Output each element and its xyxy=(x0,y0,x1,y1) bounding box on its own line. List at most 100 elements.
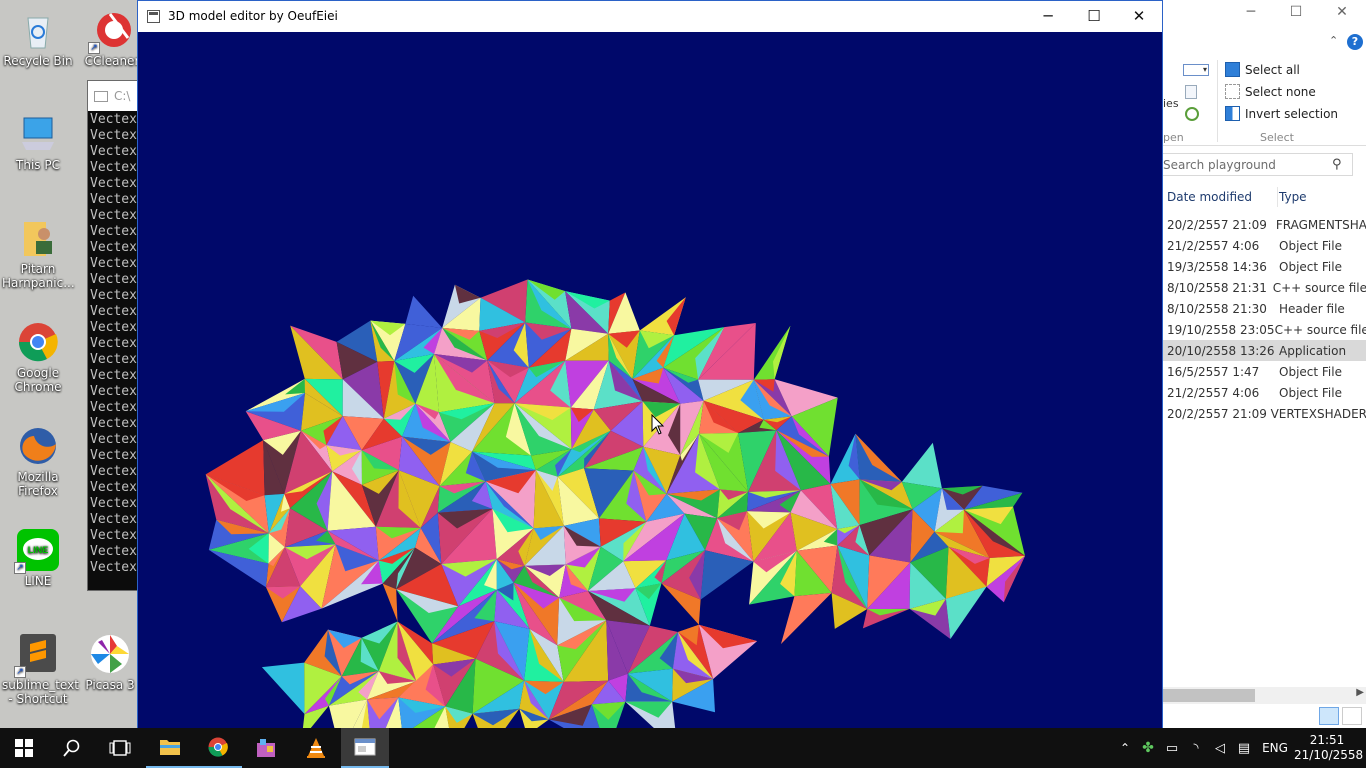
language-indicator[interactable]: ENG xyxy=(1256,741,1294,755)
help-icon[interactable]: ? xyxy=(1347,34,1363,50)
explorer-maximize-button[interactable]: ☐ xyxy=(1278,4,1314,20)
select-all-button[interactable]: Select all xyxy=(1225,62,1300,77)
file-type: FRAGMENTSHA xyxy=(1275,217,1366,232)
file-row[interactable]: 21/2/2557 4:06 Object File xyxy=(1159,235,1366,256)
file-type: Object File xyxy=(1279,364,1342,379)
taskbar: ⌃ ✤ ▭ ◝ ◁ ▤ ENG 21:51 21/10/2558 xyxy=(0,728,1366,768)
file-row[interactable]: 21/2/2557 4:06 Object File xyxy=(1159,382,1366,403)
desktop-icon-label: Google Chrome xyxy=(14,366,62,394)
mesh-face xyxy=(285,378,305,395)
desktop-icon-label: Pitarn Harnpanic... xyxy=(2,262,75,290)
volume-icon[interactable]: ◁ xyxy=(1208,741,1232,756)
explorer-minimize-button[interactable]: ─ xyxy=(1233,4,1269,20)
file-row[interactable]: 20/2/2557 21:09 VERTEXSHADER xyxy=(1159,403,1366,424)
shortcut-arrow-icon: ↗ xyxy=(14,666,26,678)
horizontal-scrollbar[interactable]: ▶ xyxy=(1159,687,1366,704)
column-header-type[interactable]: Type xyxy=(1279,190,1307,204)
app-tool-icon xyxy=(257,739,275,757)
explorer-close-button[interactable]: ✕ xyxy=(1324,4,1360,20)
file-row[interactable]: 8/10/2558 21:30 Header file xyxy=(1159,298,1366,319)
taskbar-vlc[interactable] xyxy=(292,728,340,768)
select-none-button[interactable]: Select none xyxy=(1225,84,1316,99)
desktop-icon-this-pc[interactable]: This PC xyxy=(2,112,74,172)
maximize-button[interactable]: ☐ xyxy=(1071,1,1117,31)
large-icons-view-icon[interactable] xyxy=(1342,707,1362,725)
file-date-modified: 16/5/2557 1:47 xyxy=(1167,364,1260,379)
scroll-right-icon[interactable]: ▶ xyxy=(1356,687,1364,698)
file-row[interactable]: 19/3/2558 14:36 Object File xyxy=(1159,256,1366,277)
file-type: C++ source file xyxy=(1274,322,1366,337)
mesh-face xyxy=(781,592,832,644)
search-input[interactable]: Search playground xyxy=(1160,158,1332,172)
start-button[interactable] xyxy=(0,728,48,768)
file-row[interactable]: 19/10/2558 23:05 C++ source file xyxy=(1159,319,1366,340)
firefox-icon xyxy=(16,424,60,468)
task-view-button[interactable] xyxy=(96,728,144,768)
file-type: Object File xyxy=(1279,259,1342,274)
desktop-icon-sublime-text[interactable]: ↗ sublime_text - Shortcut xyxy=(2,632,79,706)
desktop-icon-google-chrome[interactable]: Google Chrome xyxy=(2,320,74,394)
file-type: C++ source file xyxy=(1272,280,1366,295)
file-type: Object File xyxy=(1279,238,1342,253)
select-all-label: Select all xyxy=(1245,62,1300,77)
console-icon xyxy=(94,90,108,102)
scrollbar-thumb[interactable] xyxy=(1161,689,1255,702)
history-icon[interactable] xyxy=(1185,107,1199,121)
action-center-icon[interactable]: ▤ xyxy=(1232,741,1256,756)
model-mesh xyxy=(205,279,1025,728)
battery-icon[interactable]: ▭ xyxy=(1160,741,1184,756)
file-explorer-window[interactable]: ─ ☐ ✕ ⌃ ? ▾ ies pen Select all Select no… xyxy=(1158,0,1366,728)
file-date-modified: 21/2/2557 4:06 xyxy=(1167,238,1260,253)
taskbar-chrome[interactable] xyxy=(194,728,242,768)
file-date-modified: 20/10/2558 13:26 xyxy=(1167,343,1275,358)
mesh-face xyxy=(382,583,398,622)
recycle-bin-icon xyxy=(16,8,60,52)
line-app-icon: LINE ↗ xyxy=(14,528,60,574)
select-all-icon xyxy=(1225,62,1240,77)
ccleaner-icon: ↗ xyxy=(88,8,134,54)
window-title: 3D model editor by OeufEiei xyxy=(168,9,338,23)
desktop-icon-label: Recycle Bin xyxy=(3,54,73,68)
file-date-modified: 20/2/2557 21:09 xyxy=(1167,217,1267,232)
ribbon-collapse-icon[interactable]: ⌃ xyxy=(1329,34,1338,47)
file-type: VERTEXSHADER xyxy=(1270,406,1366,421)
show-hidden-icons-icon[interactable]: ⌃ xyxy=(1114,741,1136,755)
3d-viewport[interactable] xyxy=(138,32,1162,728)
file-row[interactable]: 20/10/2558 13:26 Application xyxy=(1159,340,1366,361)
invert-selection-icon xyxy=(1225,106,1240,121)
desktop-icon-recycle-bin[interactable]: Recycle Bin xyxy=(2,8,74,68)
clock[interactable]: 21:51 21/10/2558 xyxy=(1294,733,1363,763)
details-view-icon[interactable] xyxy=(1319,707,1339,725)
view-layout-icon[interactable]: ▾ xyxy=(1183,64,1209,76)
shortcut-arrow-icon: ↗ xyxy=(14,562,26,574)
file-date-modified: 20/2/2557 21:09 xyxy=(1167,406,1267,421)
edit-icon[interactable] xyxy=(1185,85,1197,99)
taskbar-model-editor[interactable] xyxy=(341,728,389,768)
file-date-modified: 21/2/2557 4:06 xyxy=(1167,385,1260,400)
desktop-icon-mozilla-firefox[interactable]: Mozilla Firefox xyxy=(2,424,74,498)
file-row[interactable]: 20/2/2557 21:09 FRAGMENTSHA xyxy=(1159,214,1366,235)
mesh-face xyxy=(261,662,305,714)
desktop-icon-line[interactable]: LINE ↗ LINE xyxy=(2,528,74,588)
search-button[interactable] xyxy=(48,728,96,768)
window-title-bar[interactable]: 3D model editor by OeufEiei ─ ☐ ✕ xyxy=(138,1,1162,31)
minimize-button[interactable]: ─ xyxy=(1025,1,1071,31)
invert-selection-button[interactable]: Invert selection xyxy=(1225,106,1338,121)
close-button[interactable]: ✕ xyxy=(1116,1,1162,31)
ribbon-group-partial-label: pen xyxy=(1163,131,1184,144)
search-icon: ⚲ xyxy=(1332,157,1342,172)
network-sync-icon[interactable]: ✤ xyxy=(1136,740,1160,756)
column-header-date[interactable]: Date modified xyxy=(1159,190,1279,204)
mesh-face xyxy=(901,442,942,489)
svg-text:LINE: LINE xyxy=(28,545,49,555)
model-editor-window[interactable]: 3D model editor by OeufEiei ─ ☐ ✕ xyxy=(137,0,1163,728)
taskbar-visual-studio[interactable] xyxy=(242,728,290,768)
file-row[interactable]: 16/5/2557 1:47 Object File xyxy=(1159,361,1366,382)
file-row[interactable]: 8/10/2558 21:31 C++ source file xyxy=(1159,277,1366,298)
chrome-icon xyxy=(16,320,60,364)
desktop-icon-picasa[interactable]: Picasa 3 xyxy=(74,632,146,692)
taskbar-file-explorer[interactable] xyxy=(146,728,194,768)
search-box[interactable]: Search playground ⚲ xyxy=(1159,153,1353,176)
desktop-icon-pitarn[interactable]: Pitarn Harnpanic... xyxy=(2,216,75,290)
wifi-icon[interactable]: ◝ xyxy=(1184,741,1208,756)
